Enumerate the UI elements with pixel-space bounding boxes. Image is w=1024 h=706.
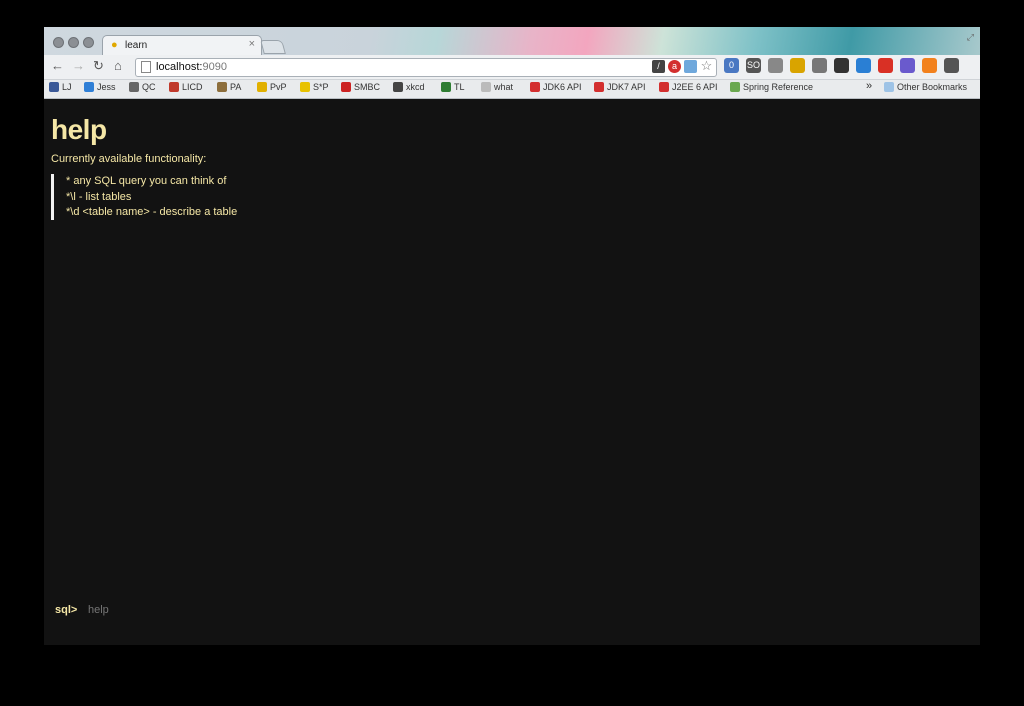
bookmark-pa[interactable]: PA [217, 82, 241, 92]
browser-window: ● learn × ⤢ ← → ↻ ⌂ localhost:9090 / a ☆… [44, 27, 980, 645]
bookmark-xkcd[interactable]: xkcd [393, 82, 425, 92]
bookmark-label: TL [454, 82, 465, 92]
bookmark-label: Jess [97, 82, 116, 92]
picture-icon[interactable] [684, 60, 697, 73]
so-icon[interactable]: SO [746, 58, 761, 73]
folder-icon [884, 82, 894, 92]
bookmark-licd[interactable]: LICD [169, 82, 203, 92]
bookmark-label: JDK7 API [607, 82, 646, 92]
bookmark-smbc[interactable]: SMBC [341, 82, 380, 92]
bookmark-jess[interactable]: Jess [84, 82, 116, 92]
back-arrow-icon[interactable]: ← [51, 58, 64, 74]
bookmark-jdk6-api[interactable]: JDK6 API [530, 82, 582, 92]
list-item: * any SQL query you can think of [66, 175, 227, 187]
licd-icon [169, 82, 179, 92]
calendar-icon[interactable] [768, 58, 783, 73]
stop-icon[interactable] [878, 58, 893, 73]
forward-arrow-icon[interactable]: → [72, 58, 85, 74]
bookmark-j2ee-6-api[interactable]: J2EE 6 API [659, 82, 718, 92]
functionality-list: * any SQL query you can think of *\l - l… [51, 174, 237, 220]
bookmark-label: PvP [270, 82, 287, 92]
bookmarks-bar: » Other Bookmarks LJ Jess QC LICD PA PvP S*P SM… [44, 80, 980, 99]
wrench-icon[interactable] [944, 58, 959, 73]
bookmark-label: what [494, 82, 514, 92]
clipboard-icon[interactable] [812, 58, 827, 73]
radar-icon[interactable] [900, 58, 915, 73]
pvp-icon [257, 82, 267, 92]
oracle-icon [659, 82, 669, 92]
close-tab-icon[interactable]: × [249, 38, 255, 50]
page-icon [141, 61, 151, 73]
adblock-icon[interactable]: a [668, 60, 681, 73]
address-bar[interactable]: localhost:9090 / a ☆ [135, 58, 717, 77]
lightbulb-icon: ● [111, 39, 118, 51]
bookmark-qc[interactable]: QC [129, 82, 156, 92]
title-bar: ● learn × ⤢ [44, 27, 980, 56]
tab-title: learn [125, 40, 148, 51]
list-item: *\l - list tables [66, 190, 132, 203]
fullscreen-icon[interactable]: ⤢ [967, 32, 974, 43]
intro-text: Currently available functionality: [51, 153, 207, 165]
zoom-window-icon[interactable] [83, 37, 94, 48]
user-icon [49, 82, 59, 92]
rss-icon[interactable] [922, 58, 937, 73]
mail-icon[interactable] [856, 58, 871, 73]
bookmark-label: QC [142, 82, 156, 92]
bell-icon[interactable] [790, 58, 805, 73]
bookmark-label: LJ [62, 82, 72, 92]
sql-prompt-label: sql> [55, 604, 78, 616]
other-bookmarks-label: Other Bookmarks [897, 82, 968, 92]
oracle-icon [594, 82, 604, 92]
browser-toolbar: ← → ↻ ⌂ localhost:9090 / a ☆ 0 SO [44, 55, 980, 80]
smiley-icon [300, 82, 310, 92]
bookmarks-overflow-icon[interactable]: » [866, 80, 872, 92]
bookmark-label: LICD [182, 82, 203, 92]
bookmark-lj[interactable]: LJ [49, 82, 72, 92]
other-bookmarks[interactable]: Other Bookmarks [884, 82, 967, 92]
sql-command-input[interactable] [88, 602, 388, 618]
list-item: *\d <table name> - describe a table [66, 206, 238, 218]
leaf-icon [730, 82, 740, 92]
bookmark-tl[interactable]: TL [441, 82, 465, 92]
page-content: help Currently available functionality: … [44, 99, 980, 645]
blank-icon [481, 82, 491, 92]
oracle-icon [530, 82, 540, 92]
pen-icon[interactable]: / [652, 60, 665, 73]
smbc-icon [341, 82, 351, 92]
bookmark-jdk7-api[interactable]: JDK7 API [594, 82, 646, 92]
bookmark-label: JDK6 API [543, 82, 582, 92]
home-icon[interactable]: ⌂ [114, 58, 122, 74]
bookmark-label: J2EE 6 API [672, 82, 718, 92]
star-icon[interactable]: ☆ [700, 59, 713, 73]
tl-icon [441, 82, 451, 92]
close-window-icon[interactable] [53, 37, 64, 48]
bookmark-what[interactable]: what [481, 82, 513, 92]
page-title: help [51, 114, 107, 145]
phone-icon[interactable] [834, 58, 849, 73]
bookmark-label: S*P [313, 82, 329, 92]
new-tab-button[interactable] [260, 40, 286, 54]
bookmark-label: Spring Reference [743, 82, 814, 92]
tab-learn[interactable]: ● learn × [102, 35, 262, 56]
minimize-window-icon[interactable] [68, 37, 79, 48]
reload-icon[interactable]: ↻ [93, 58, 104, 74]
bookmark-spring-reference[interactable]: Spring Reference [730, 82, 813, 92]
bookmark-label: SMBC [354, 82, 381, 92]
bookmark-label: PA [230, 82, 242, 92]
bookmark-pvp[interactable]: PvP [257, 82, 287, 92]
butterfly-icon [84, 82, 94, 92]
pa-icon [217, 82, 227, 92]
qc-icon [129, 82, 139, 92]
bookmark-s-p[interactable]: S*P [300, 82, 329, 92]
badge-zero-icon[interactable]: 0 [724, 58, 739, 73]
xkcd-icon [393, 82, 403, 92]
bookmark-label: xkcd [406, 82, 425, 92]
url-text: localhost:9090 [156, 61, 227, 73]
